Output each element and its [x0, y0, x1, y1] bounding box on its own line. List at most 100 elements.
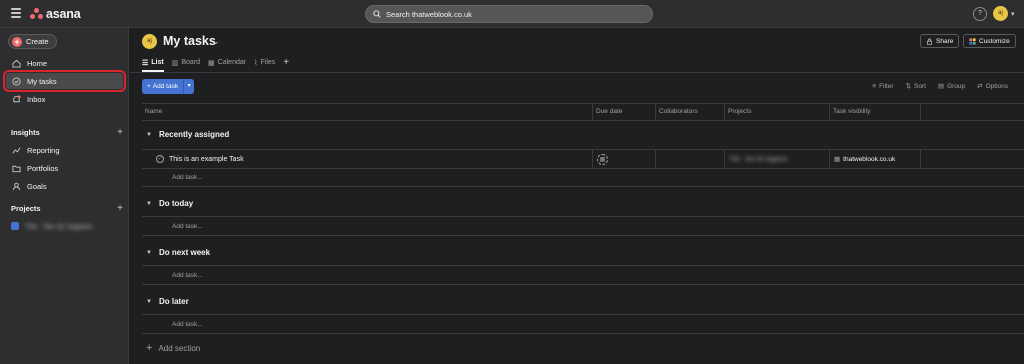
search-icon — [373, 10, 381, 18]
column-header-task-visibility[interactable]: Task visibility — [829, 104, 920, 120]
add-tab-plus-icon[interactable]: + — [283, 55, 289, 70]
row-divider — [142, 265, 1024, 266]
insights-header[interactable]: Insights + — [11, 127, 123, 138]
lock-icon — [927, 38, 932, 45]
sidebar-item-goals[interactable]: Goals — [6, 178, 123, 194]
filter-label: Filter — [879, 82, 894, 90]
asana-dots-icon — [30, 8, 43, 20]
sidebar-item-label: Reporting — [27, 145, 60, 155]
title-chevron-down-icon[interactable]: ⌄ — [212, 36, 220, 47]
visibility-label: thatweblook.co.uk — [843, 155, 896, 163]
page-title: My tasks — [163, 34, 216, 48]
sidebar-item-reporting[interactable]: Reporting — [6, 142, 123, 158]
projects-cell[interactable]: TW - Ten ID Saplom — [724, 150, 829, 168]
sort-button[interactable]: ⇅ Sort — [905, 82, 926, 91]
help-button[interactable]: ? — [973, 7, 987, 21]
sort-label: Sort — [913, 82, 926, 90]
collapse-triangle-icon[interactable]: ▼ — [146, 299, 152, 305]
add-task-button-group: + Add task ▾ — [142, 79, 195, 94]
project-label: TW - Ten ID Saplom — [25, 221, 93, 231]
group-label: Group — [947, 82, 966, 90]
column-header-collaborators[interactable]: Collaborators — [655, 104, 724, 120]
add-insight-plus-icon[interactable]: + — [117, 127, 123, 138]
plus-icon: + — [146, 342, 153, 354]
hamburger-menu-icon[interactable] — [11, 8, 21, 18]
share-button[interactable]: Share — [920, 34, 960, 48]
paperclip-icon: ⌇ — [254, 59, 258, 67]
sidebar-item-label: Inbox — [27, 94, 46, 104]
sidebar-item-home[interactable]: Home — [6, 55, 123, 71]
customize-button[interactable]: Customize — [963, 34, 1016, 48]
view-tabs: ☰ List ▥ Board ▦ Calendar ⌇ Files + — [142, 55, 289, 72]
add-task-dropdown-chevron-icon[interactable]: ▾ — [183, 79, 195, 94]
task-name: This is an example Task — [169, 155, 244, 163]
list-icon: ☰ — [142, 59, 149, 67]
add-task-inline[interactable]: Add task... — [172, 272, 203, 279]
add-task-inline[interactable]: Add task... — [172, 174, 203, 181]
task-name-cell[interactable]: ✓ This is an example Task — [156, 150, 244, 168]
collaborators-cell[interactable] — [655, 150, 724, 168]
section-do-later[interactable]: ▼ Do later — [146, 297, 189, 306]
section-recently-assigned[interactable]: ▼ Recently assigned — [146, 130, 229, 139]
add-task-inline[interactable]: Add task... — [172, 223, 203, 230]
sidebar-item-label: Home — [27, 58, 48, 68]
tab-label: Files — [260, 59, 276, 66]
filter-button[interactable]: ≡ Filter — [872, 82, 893, 90]
calendar-icon: ▦ — [208, 59, 215, 67]
search-placeholder: Search thatweblook.co.uk — [386, 9, 472, 19]
options-icon: ⇄ — [977, 83, 983, 90]
plus-icon: + — [147, 83, 151, 90]
check-circle-icon — [11, 76, 21, 86]
tab-label: Calendar — [217, 59, 247, 66]
search-input[interactable]: Search thatweblook.co.uk — [365, 5, 653, 23]
section-title: Recently assigned — [158, 130, 230, 139]
add-task-inline[interactable]: Add task... — [172, 321, 203, 328]
visibility-cell[interactable]: ▦ thatweblook.co.uk — [829, 150, 920, 168]
row-divider — [142, 186, 1024, 187]
collapse-triangle-icon[interactable]: ▼ — [146, 250, 152, 256]
section-do-next-week[interactable]: ▼ Do next week — [146, 248, 210, 257]
column-header-name[interactable]: Name — [142, 104, 596, 120]
options-button[interactable]: ⇄ Options — [977, 82, 1008, 91]
asana-logo[interactable]: asana — [30, 7, 81, 21]
row-divider — [142, 216, 1024, 217]
projects-header[interactable]: Projects + — [11, 203, 123, 214]
collapse-triangle-icon[interactable]: ▼ — [146, 201, 152, 207]
extra-cell — [920, 150, 1024, 168]
sidebar-item-label: Goals — [27, 181, 47, 191]
column-header-add[interactable] — [920, 104, 1024, 120]
add-task-button[interactable]: + Add task — [142, 79, 184, 94]
row-divider — [142, 284, 1024, 285]
column-header-due-date[interactable]: Due date — [592, 104, 655, 120]
add-project-plus-icon[interactable]: + — [117, 203, 123, 214]
add-section-button[interactable]: + Add section — [146, 342, 200, 354]
column-header-projects[interactable]: Projects — [724, 104, 829, 120]
section-do-today[interactable]: ▼ Do today — [146, 199, 193, 208]
sidebar-item-portfolios[interactable]: Portfolios — [6, 160, 123, 176]
sidebar-item-project[interactable]: TW - Ten ID Saplom — [6, 218, 123, 234]
tab-files[interactable]: ⌇ Files — [254, 55, 275, 70]
add-section-label: Add section — [158, 343, 201, 353]
sidebar-item-my-tasks[interactable]: My tasks — [3, 70, 126, 92]
tab-board[interactable]: ▥ Board — [172, 55, 200, 70]
complete-check-icon[interactable]: ✓ — [156, 155, 164, 163]
collapse-triangle-icon[interactable]: ▼ — [146, 132, 152, 138]
group-button[interactable]: ▤ Group — [938, 82, 966, 91]
filter-icon: ≡ — [872, 82, 877, 90]
tabs-divider — [130, 72, 1024, 73]
table-row[interactable]: ✓ This is an example Task ▦ TW - Ten ID … — [142, 149, 1024, 169]
folder-icon — [11, 163, 21, 173]
tab-label: Board — [181, 59, 201, 66]
building-icon: ▦ — [834, 156, 841, 163]
tab-calendar[interactable]: ▦ Calendar — [208, 55, 246, 70]
due-date-cell[interactable]: ▦ — [592, 150, 655, 168]
home-icon — [11, 58, 21, 68]
logo-text: asana — [46, 7, 81, 21]
sort-icon: ⇅ — [905, 83, 911, 90]
tab-list[interactable]: ☰ List — [142, 55, 164, 72]
chevron-down-icon[interactable]: ▾ — [1011, 10, 1015, 18]
page-avatar: aj — [142, 34, 157, 49]
sidebar-item-inbox[interactable]: Inbox — [6, 91, 123, 107]
create-button[interactable]: + Create — [8, 34, 57, 49]
user-avatar[interactable]: aj — [993, 6, 1008, 21]
